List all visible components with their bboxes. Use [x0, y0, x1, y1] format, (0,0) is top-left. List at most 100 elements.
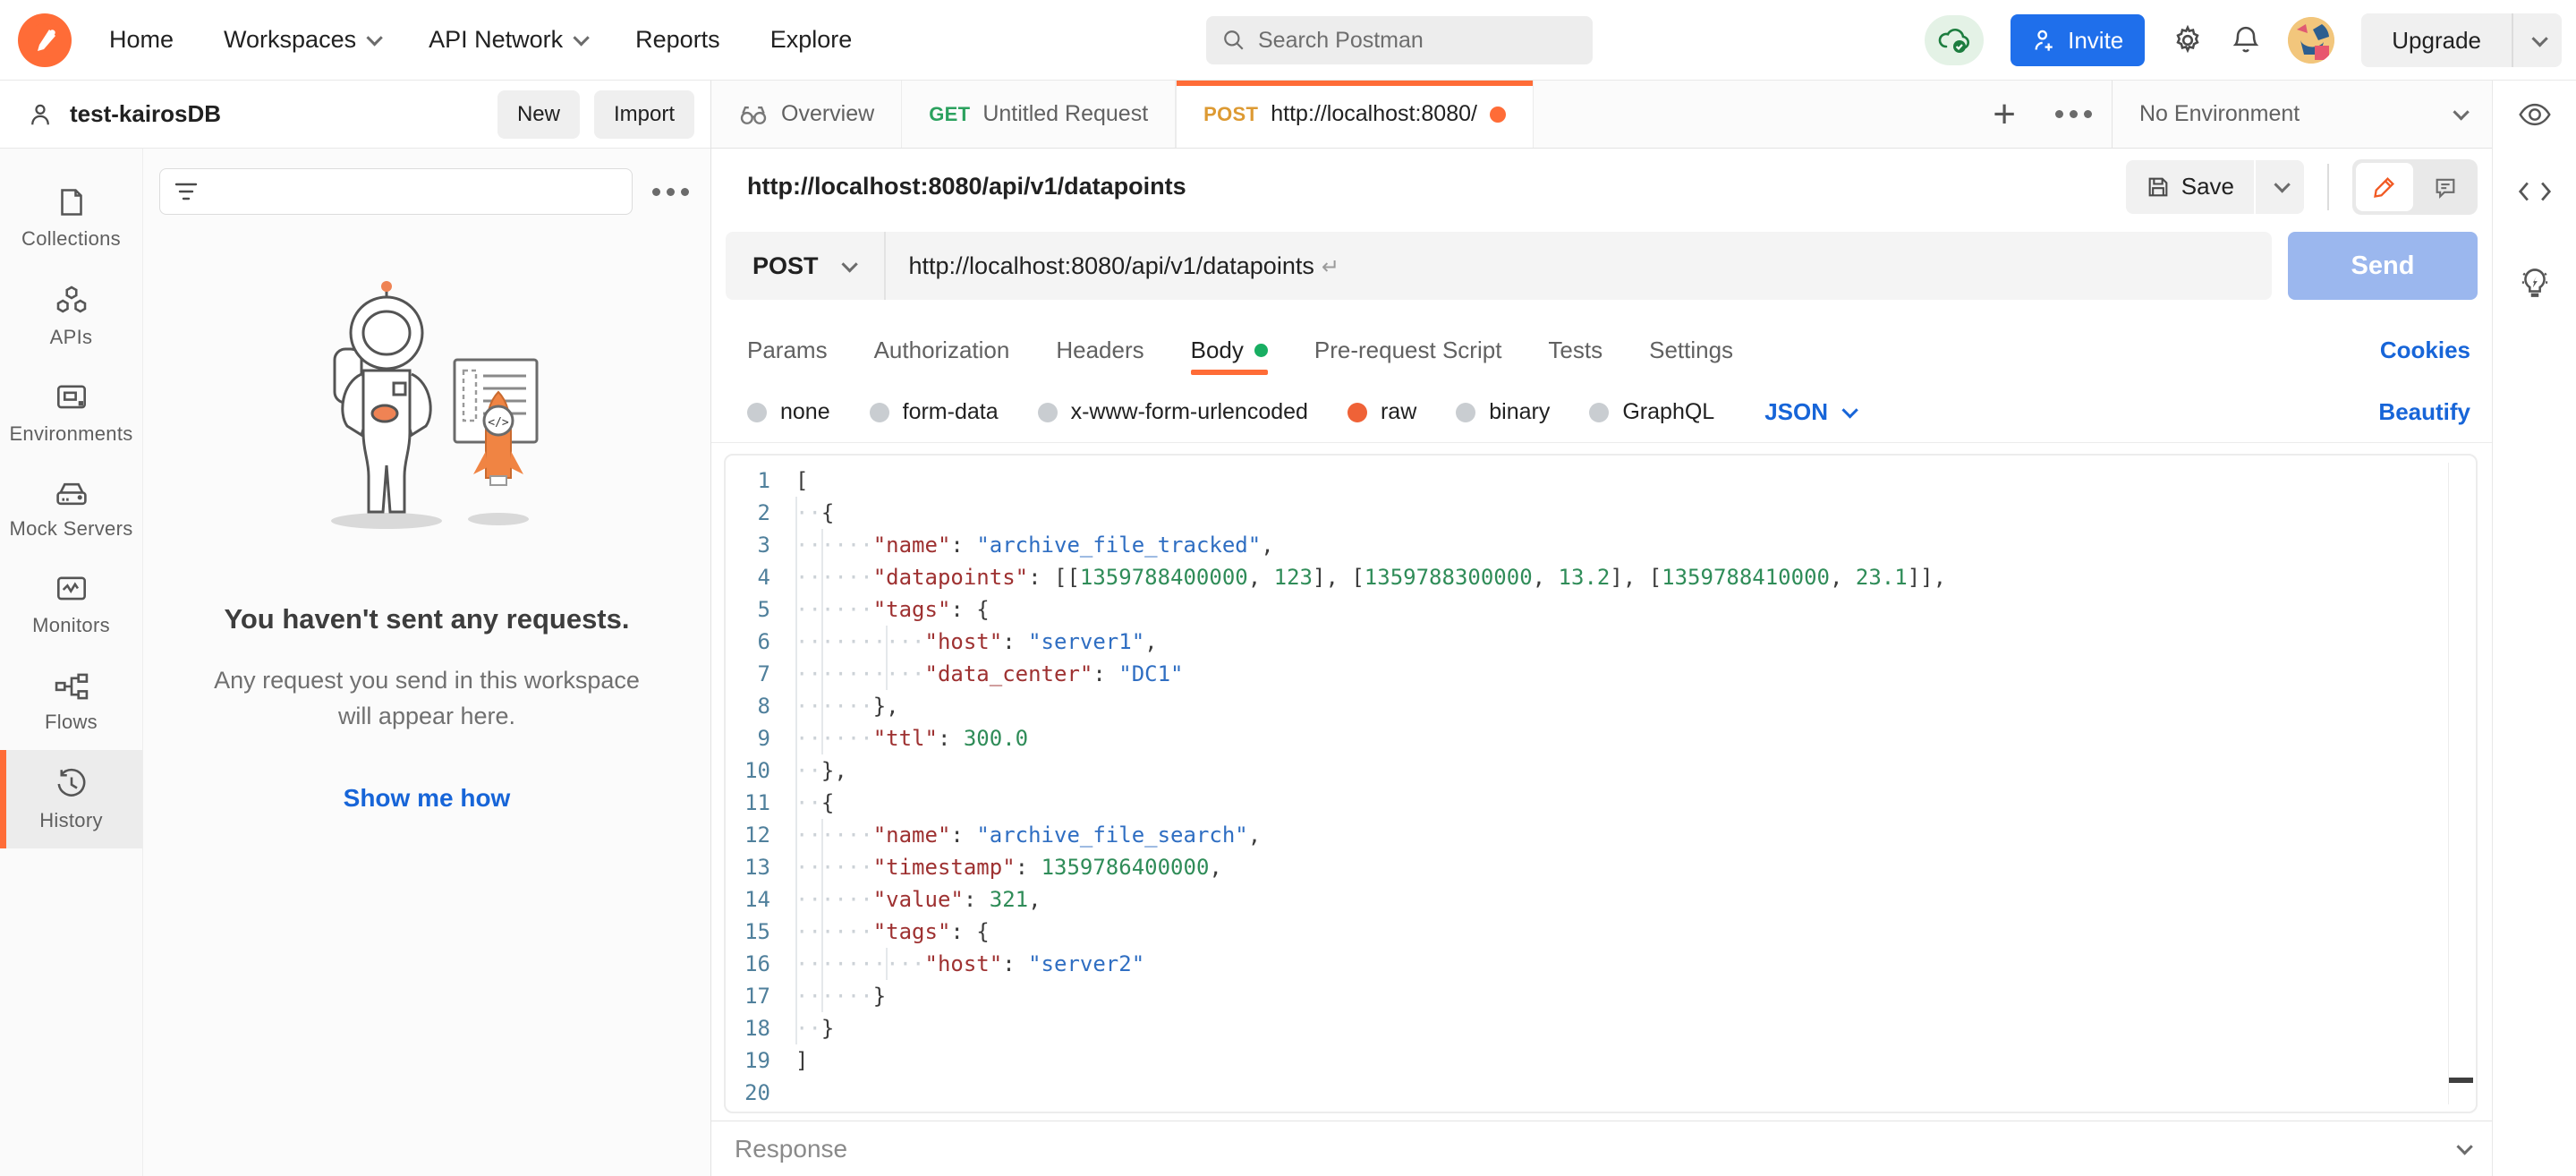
config-tab-params[interactable]: Params	[747, 318, 828, 382]
sidebar-item-mock-servers[interactable]: Mock Servers	[0, 462, 142, 557]
tab-options-button[interactable]	[2036, 110, 2112, 118]
sync-status-icon[interactable]	[1925, 15, 1984, 65]
radio-icon	[1589, 403, 1609, 422]
sidebar-item-environments[interactable]: Environments	[0, 365, 142, 462]
editor-line[interactable]: 10··},	[726, 754, 2476, 787]
editor-line[interactable]: 13······"timestamp": 1359786400000,	[726, 851, 2476, 883]
body-mode-form-data[interactable]: form-data	[870, 399, 999, 425]
editor-line[interactable]: 15······"tags": {	[726, 916, 2476, 948]
nav-item-api-network[interactable]: API Network	[429, 26, 585, 54]
sidebar-item-history[interactable]: History	[0, 750, 142, 848]
editor-scrollbar-thumb[interactable]	[2449, 1078, 2473, 1083]
upgrade-dropdown-button[interactable]	[2512, 13, 2562, 67]
upgrade-button[interactable]: Upgrade	[2361, 13, 2512, 67]
cookies-link[interactable]: Cookies	[2380, 337, 2470, 364]
notifications-bell-icon[interactable]	[2231, 24, 2261, 56]
editor-line[interactable]: 7··········"data_center": "DC1"	[726, 658, 2476, 690]
environment-selector[interactable]: No Environment	[2112, 81, 2492, 148]
chevron-down-icon	[841, 256, 857, 272]
environment-quick-look-button[interactable]	[2518, 81, 2552, 149]
new-button[interactable]: New	[497, 90, 580, 139]
config-tab-pre-request-script[interactable]: Pre-request Script	[1314, 318, 1502, 382]
editor-line[interactable]: 8······},	[726, 690, 2476, 722]
method-dropdown[interactable]: POST	[726, 252, 884, 280]
sidebar-item-apis[interactable]: APIs	[0, 267, 142, 365]
config-tab-authorization[interactable]: Authorization	[874, 318, 1010, 382]
editor-line[interactable]: 3······"name": "archive_file_tracked",	[726, 529, 2476, 561]
line-code: ······"datapoints": [[1359788400000, 123…	[795, 561, 1946, 593]
indent-guide	[795, 1012, 797, 1044]
line-number: 13	[726, 851, 795, 883]
editor-line[interactable]: 2··{	[726, 497, 2476, 529]
postbot-lightbulb-icon[interactable]	[2520, 234, 2550, 333]
new-tab-button[interactable]: +	[1973, 81, 2036, 148]
import-button[interactable]: Import	[594, 90, 694, 139]
editor-scrollbar[interactable]	[2448, 463, 2449, 1104]
user-avatar[interactable]	[2288, 17, 2334, 64]
editor-line[interactable]: 4······"datapoints": [[1359788400000, 12…	[726, 561, 2476, 593]
indent-guide	[821, 561, 823, 593]
tab-overview[interactable]: Overview	[711, 81, 902, 148]
settings-gear-icon[interactable]	[2172, 24, 2204, 56]
indent-guide	[795, 980, 797, 1012]
nav-item-workspaces[interactable]: Workspaces	[224, 26, 378, 54]
config-tab-body[interactable]: Body	[1191, 318, 1268, 382]
unsaved-changes-dot	[1490, 107, 1506, 123]
save-button[interactable]: Save	[2126, 160, 2254, 214]
editor-line[interactable]: 17······}	[726, 980, 2476, 1012]
editor-line[interactable]: 19]	[726, 1044, 2476, 1077]
body-mode-none[interactable]: none	[747, 399, 830, 425]
history-filter-input[interactable]	[159, 168, 633, 215]
editor-line[interactable]: 20	[726, 1077, 2476, 1109]
response-section-header[interactable]: Response	[711, 1121, 2492, 1176]
save-dropdown-button[interactable]	[2254, 160, 2304, 214]
body-mode-x-www-form-urlencoded[interactable]: x-www-form-urlencoded	[1038, 399, 1308, 425]
line-code: ······"tags": {	[795, 593, 990, 626]
editor-line[interactable]: 5······"tags": {	[726, 593, 2476, 626]
search-input[interactable]: Search Postman	[1206, 16, 1593, 64]
editor-line[interactable]: 16··········"host": "server2"	[726, 948, 2476, 980]
raw-format-dropdown[interactable]: JSON	[1764, 398, 1854, 426]
editor-line[interactable]: 12······"name": "archive_file_search",	[726, 819, 2476, 851]
sidebar-item-monitors[interactable]: Monitors	[0, 557, 142, 653]
code-editor[interactable]: 1[2··{3······"name": "archive_file_track…	[724, 454, 2478, 1113]
line-number: 1	[726, 464, 795, 497]
sidebar-item-flows[interactable]: Flows	[0, 653, 142, 750]
body-mode-binary[interactable]: binary	[1456, 399, 1550, 425]
comment-mode-button[interactable]	[2417, 163, 2474, 211]
code-snippet-button[interactable]	[2518, 149, 2552, 234]
history-more-button[interactable]	[645, 188, 696, 196]
line-number: 11	[726, 787, 795, 819]
invite-button[interactable]: Invite	[2011, 14, 2145, 66]
nav-item-reports[interactable]: Reports	[635, 26, 720, 54]
body-mode-raw[interactable]: raw	[1348, 399, 1416, 425]
tab-post-datapoints[interactable]: POSThttp://localhost:8080/	[1176, 81, 1534, 148]
monitors-icon	[55, 575, 89, 605]
postman-logo-icon[interactable]	[18, 13, 72, 67]
sidebar-item-collections[interactable]: Collections	[0, 168, 142, 267]
chevron-down-icon	[1841, 402, 1858, 418]
url-input[interactable]: http://localhost:8080/api/v1/datapoints↵	[886, 252, 2272, 280]
editor-line[interactable]: 6··········"host": "server1",	[726, 626, 2476, 658]
line-number: 2	[726, 497, 795, 529]
workspace-switcher[interactable]: test-kairosDB	[27, 100, 483, 128]
send-button[interactable]: Send	[2288, 232, 2478, 300]
nav-item-explore[interactable]: Explore	[770, 26, 853, 54]
editor-line[interactable]: 11··{	[726, 787, 2476, 819]
tab-get-untitled[interactable]: GETUntitled Request	[902, 81, 1176, 148]
config-tab-settings[interactable]: Settings	[1649, 318, 1733, 382]
editor-line[interactable]: 9······"ttl": 300.0	[726, 722, 2476, 754]
beautify-link[interactable]: Beautify	[2378, 398, 2470, 426]
upgrade-split-button: Upgrade	[2361, 13, 2562, 67]
editor-line[interactable]: 1[	[726, 464, 2476, 497]
editor-line[interactable]: 18··}	[726, 1012, 2476, 1044]
config-tab-headers[interactable]: Headers	[1056, 318, 1143, 382]
editor-line[interactable]: 14······"value": 321,	[726, 883, 2476, 916]
flows-icon	[54, 671, 89, 702]
edit-mode-button[interactable]	[2356, 163, 2413, 211]
body-mode-GraphQL[interactable]: GraphQL	[1589, 399, 1714, 425]
show-me-how-link[interactable]: Show me how	[344, 784, 511, 813]
chevron-down-icon	[574, 30, 590, 46]
config-tab-tests[interactable]: Tests	[1548, 318, 1603, 382]
nav-item-home[interactable]: Home	[109, 26, 174, 54]
